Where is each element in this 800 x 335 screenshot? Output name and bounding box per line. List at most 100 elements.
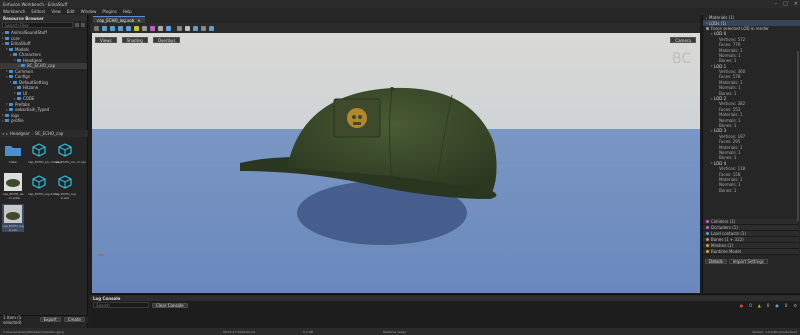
cube-icon <box>55 140 75 160</box>
tree-item-label: Models <box>15 46 30 52</box>
tree-item[interactable]: ▾ profile <box>0 118 87 124</box>
tree-item-label: logs <box>11 112 20 118</box>
file-name: cap_ECHO_sh...m.xei <box>54 160 86 164</box>
folder-icon <box>17 86 21 90</box>
tree-item-label: CODE <box>23 96 35 102</box>
menu-plugins[interactable]: Plugins <box>102 9 116 14</box>
shading-button[interactable]: Shading <box>121 37 148 43</box>
warning-icon[interactable]: ▲ <box>758 303 761 308</box>
cube-icon <box>55 172 75 192</box>
filter-icon[interactable] <box>75 23 79 27</box>
lod-label: LOD 1 <box>714 63 727 69</box>
menu-help[interactable]: Help <box>123 9 132 14</box>
file-item[interactable]: Data <box>2 140 24 165</box>
tree-item-label: Characters <box>19 52 41 58</box>
scrollbar[interactable] <box>797 51 799 221</box>
minimize-icon[interactable]: – <box>775 1 778 7</box>
tree-item-label: Hitzone <box>23 85 39 91</box>
file-item[interactable]: cap_ECHO_sh...m.xei <box>54 140 86 165</box>
save-icon[interactable] <box>94 25 99 31</box>
cursor-icon[interactable] <box>110 25 115 31</box>
file-item[interactable]: cap_ECHO_de ...m.edds <box>2 172 24 200</box>
settings-icon[interactable] <box>81 23 85 27</box>
material-icon[interactable] <box>150 25 155 31</box>
folder-icon <box>9 69 13 73</box>
viewport-3d[interactable]: BC Views Shading Overlays Camera <box>92 33 700 293</box>
warning-count: 0 <box>766 302 770 308</box>
forward-icon[interactable]: ▸ <box>6 131 8 136</box>
folder-icon <box>5 113 9 117</box>
clear-console-button[interactable]: Clear Console <box>152 302 188 308</box>
force-lod-checkbox[interactable] <box>706 26 709 30</box>
create-button[interactable]: Create <box>63 317 85 322</box>
axis-icon[interactable] <box>201 25 206 31</box>
close-tab-icon[interactable]: × <box>137 18 140 23</box>
section-icon <box>706 250 709 253</box>
settings-icon[interactable]: ⚙ <box>793 303 797 308</box>
error-icon[interactable]: ● <box>740 303 744 308</box>
console-search-input[interactable]: Search <box>93 302 149 308</box>
folder-icon <box>5 36 9 40</box>
overlays-button[interactable]: Overlays <box>152 37 181 43</box>
log-console: Log Console Search Clear Console ● 0 ▲ 0… <box>90 294 800 329</box>
info-icon[interactable]: ● <box>775 303 779 308</box>
breadcrumb-item[interactable]: BC_ECHO_cap <box>35 131 63 136</box>
file-name: cap_ECHO_sh...m.xlsx <box>28 160 62 164</box>
breadcrumb-item[interactable]: Headgear <box>10 131 30 136</box>
resource-footer: 1 Item (1 selected) Export Create <box>0 315 88 325</box>
lod-label: LOD 3 <box>714 128 727 134</box>
tree-item-label: Prefabs <box>15 101 30 107</box>
file-item[interactable]: cap_ECHO_log 2.xob <box>54 172 76 200</box>
folder-icon <box>5 31 9 35</box>
bbox-icon[interactable] <box>209 25 214 31</box>
maximize-icon[interactable]: □ <box>783 1 788 7</box>
collider-icon[interactable] <box>166 25 171 31</box>
menu-window[interactable]: Window <box>81 9 97 14</box>
menu-workbench[interactable]: Workbench <box>3 9 25 14</box>
section-icon <box>706 238 709 241</box>
import-settings-tab[interactable]: Import Settings <box>728 259 768 264</box>
skeleton-icon[interactable] <box>158 25 163 31</box>
file-name: cap_ECHO_log 0.xob <box>2 224 24 232</box>
floor-icon[interactable] <box>177 25 182 31</box>
section-label: Runtime Model <box>711 249 741 254</box>
wireframe-icon[interactable] <box>142 25 147 31</box>
status-text: Realtime ready <box>383 329 406 334</box>
cube-icon <box>29 172 49 192</box>
camera-button[interactable]: Camera <box>670 37 696 43</box>
folder-icon <box>13 53 17 57</box>
file-item[interactable]: cap_ECHO_log 0.xob <box>2 204 24 232</box>
error-count: 0 <box>749 302 752 308</box>
file-item[interactable]: cap_ECHO_log.2.fbx <box>28 172 58 197</box>
close-icon[interactable]: × <box>794 1 798 7</box>
environment-icon[interactable] <box>185 25 190 31</box>
folder-icon <box>5 42 9 46</box>
details-tab[interactable]: Details <box>705 259 727 264</box>
property-section[interactable]: Runtime Model <box>703 249 799 255</box>
sun-icon[interactable] <box>134 25 139 31</box>
back-icon[interactable]: ◂ <box>2 131 4 136</box>
tree-item-label: AnimalSoundStuff <box>11 30 47 36</box>
grid-icon[interactable] <box>118 25 123 31</box>
export-button[interactable]: Export <box>39 317 61 322</box>
folder-icon <box>17 97 21 101</box>
menu-view[interactable]: View <box>51 9 61 14</box>
tree-item-label: BC_ECHO_cap <box>27 63 56 69</box>
breadcrumb: ◂ ▸ Headgear › BC_ECHO_cap <box>0 130 88 137</box>
editor-tab[interactable]: cap_ECHO_log.xob × <box>93 16 145 23</box>
resource-search-input[interactable]: Search Files <box>2 22 73 28</box>
section-icon <box>706 226 709 229</box>
menu-edit[interactable]: Edit <box>67 9 75 14</box>
lods-label: LODs (1) <box>709 20 727 26</box>
properties-panel: ▸ Materials (1) ▾ LODs (1) Force selecte… <box>702 15 800 293</box>
tree-item-label: Configs <box>15 74 30 80</box>
light-icon[interactable] <box>126 25 131 31</box>
tree-item-label: DefaultSetting <box>19 79 48 85</box>
section-icon <box>706 244 709 247</box>
camera-icon[interactable] <box>193 25 198 31</box>
file-name: cap_ECHO_log 2.xob <box>54 192 76 200</box>
reload-icon[interactable] <box>102 25 107 31</box>
views-button[interactable]: Views <box>95 37 117 43</box>
file-item[interactable]: cap_ECHO_sh...m.xlsx <box>28 140 62 165</box>
menu-editors[interactable]: Editors <box>31 9 45 14</box>
